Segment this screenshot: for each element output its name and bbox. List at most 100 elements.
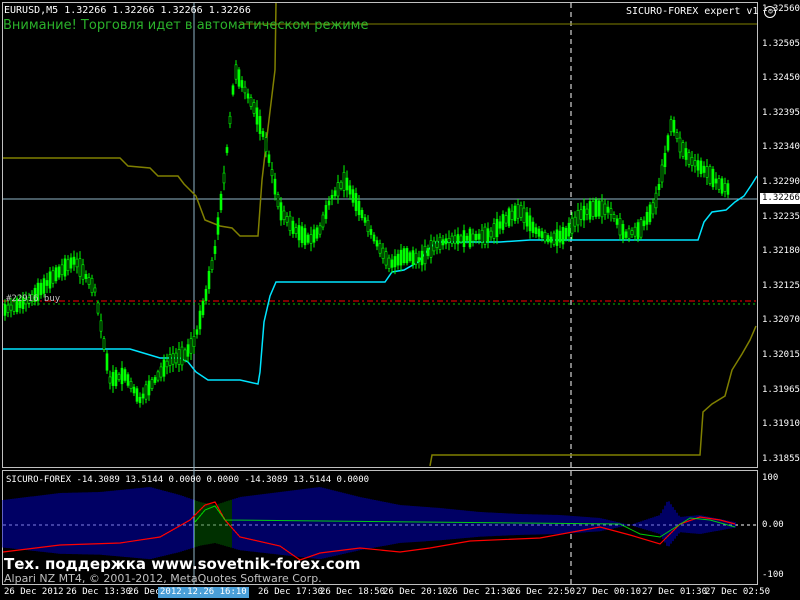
order-label[interactable]: #22916 buy xyxy=(6,293,60,305)
candle-body xyxy=(711,168,715,188)
auto-trading-warning: Внимание! Торговля идет в автоматическом… xyxy=(3,18,369,33)
candle-body xyxy=(204,289,208,301)
candle-body xyxy=(579,209,583,220)
candle-body xyxy=(600,200,604,218)
candle-body xyxy=(6,304,10,313)
candle-body xyxy=(651,202,655,215)
candle-body xyxy=(447,238,451,243)
price-axis-label: 1.32395 xyxy=(762,107,800,118)
price-axis-label: 1.32125 xyxy=(762,280,800,291)
candle-body xyxy=(402,248,406,264)
candle-body xyxy=(657,184,661,190)
candle-body xyxy=(669,119,673,133)
candle-body xyxy=(246,93,250,99)
candle-body xyxy=(225,147,229,153)
candle-body xyxy=(504,215,508,224)
candle-body xyxy=(93,287,97,293)
candle-body xyxy=(183,349,187,361)
candle-body xyxy=(546,235,550,243)
symbol-info: EURUSD,M5 1.32266 1.32266 1.32266 1.3226… xyxy=(4,5,251,16)
time-label-2: 26 Dec xyxy=(128,587,161,597)
cyan-trailing-line xyxy=(3,175,758,385)
candle-body xyxy=(351,189,355,203)
candle-body xyxy=(582,205,586,221)
olive-trailing-line-2 xyxy=(429,325,757,467)
candle-body xyxy=(273,178,277,195)
candle-body xyxy=(591,201,595,217)
candle-body xyxy=(660,164,664,183)
candle-body xyxy=(717,178,721,190)
crosshair-time-label: 2012.12.26 16:10 xyxy=(158,587,249,598)
time-label-0: 26 Dec 2012 xyxy=(4,587,64,597)
candle-body xyxy=(498,221,502,229)
time-label-10: 27 Dec 01:30 xyxy=(642,587,708,597)
candle-body xyxy=(141,393,145,399)
candle-body xyxy=(312,229,316,243)
candle-body xyxy=(48,271,52,289)
candle-body xyxy=(186,344,190,357)
candle-body xyxy=(189,338,193,354)
olive-trailing-line xyxy=(3,2,277,237)
time-label-8: 26 Dec 22:50 xyxy=(510,587,576,597)
candle-body xyxy=(306,234,310,243)
candle-body xyxy=(378,243,382,254)
candle-body xyxy=(525,212,529,227)
chart-graphics xyxy=(2,2,758,585)
candle-body xyxy=(543,231,547,242)
candle-body xyxy=(135,388,139,402)
candle-body xyxy=(441,239,445,246)
support-link[interactable]: Тех. поддержка www.sovetnik-forex.com xyxy=(4,555,361,573)
candle-body xyxy=(678,137,682,153)
candle-body xyxy=(69,257,73,269)
candle-body xyxy=(630,230,634,235)
candle-body xyxy=(606,206,610,213)
candle-body xyxy=(90,278,94,293)
candle-body xyxy=(642,220,646,227)
candle-body xyxy=(570,217,574,234)
candle-body xyxy=(699,160,703,174)
candle-body xyxy=(681,142,685,157)
candle-body xyxy=(519,205,523,218)
candle-body xyxy=(291,220,295,234)
candle-body xyxy=(726,183,730,195)
candle-body xyxy=(540,231,544,239)
candle-body xyxy=(588,201,592,220)
candle-body xyxy=(282,210,286,220)
candle-body xyxy=(696,160,700,171)
candle-body xyxy=(180,346,184,366)
candle-body xyxy=(597,200,601,217)
candle-body xyxy=(411,250,415,266)
candle-body xyxy=(339,181,343,189)
candle-body xyxy=(123,369,127,381)
candle-body xyxy=(237,69,241,87)
candle-body xyxy=(219,193,223,211)
candle-body xyxy=(129,381,133,389)
time-label-6: 26 Dec 20:10 xyxy=(383,587,449,597)
candle-body xyxy=(144,384,148,400)
candle-body xyxy=(423,245,427,265)
candle-body xyxy=(621,224,625,240)
candle-body xyxy=(468,228,472,248)
current-price-marker: 1.32266 xyxy=(760,193,800,204)
candle-body xyxy=(429,240,433,258)
candle-body xyxy=(486,228,490,243)
candle-body xyxy=(162,359,166,377)
candle-body xyxy=(75,258,79,268)
candle-body xyxy=(360,209,364,219)
candle-body xyxy=(231,85,235,95)
candle-body xyxy=(714,178,718,184)
candle-body xyxy=(645,211,649,225)
candle-body xyxy=(327,200,331,206)
candle-body xyxy=(690,156,694,166)
candle-body xyxy=(687,152,691,165)
candle-body xyxy=(624,231,628,238)
candle-body xyxy=(516,204,520,219)
candle-body xyxy=(603,203,607,215)
candle-body xyxy=(51,270,55,284)
candlestick-series xyxy=(3,60,730,408)
candle-body xyxy=(345,177,349,191)
candle-body xyxy=(702,165,706,173)
price-axis-label: 1.32235 xyxy=(762,211,800,222)
candle-body xyxy=(465,235,469,241)
candle-body xyxy=(564,227,568,240)
